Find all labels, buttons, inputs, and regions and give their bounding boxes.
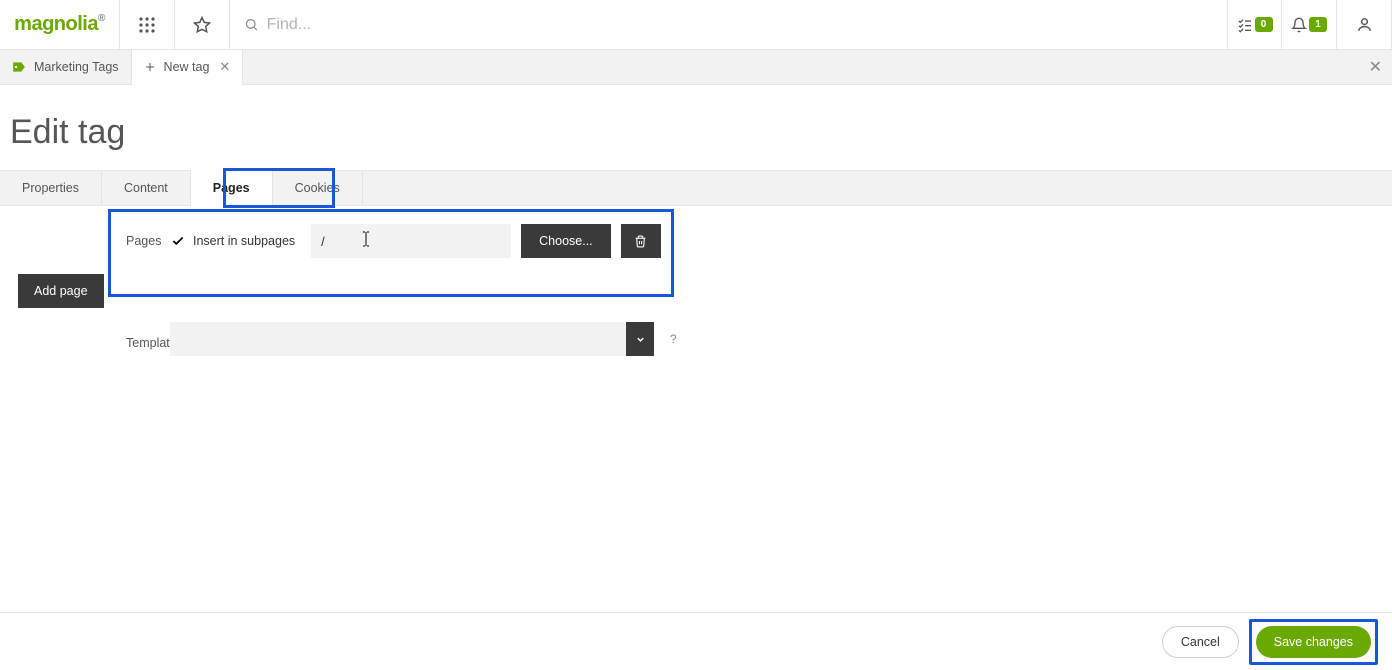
cancel-button[interactable]: Cancel	[1162, 626, 1239, 658]
template-label: Template	[10, 328, 170, 350]
insert-subpages-checkbox[interactable]: Insert in subpages	[170, 234, 295, 249]
form-body: Pages Insert in subpages Choose... Add p…	[0, 206, 1392, 366]
add-page-button[interactable]: Add page	[18, 274, 104, 308]
notifications-button[interactable]: 1	[1282, 0, 1337, 50]
search-icon	[244, 17, 259, 32]
tag-icon	[12, 60, 26, 74]
insert-subpages-label: Insert in subpages	[193, 234, 295, 248]
top-bar: magnolia® 0 1	[0, 0, 1392, 50]
close-all-button[interactable]: ✕	[1369, 57, 1382, 77]
topbar-right: 0 1	[1227, 0, 1392, 50]
trash-icon	[634, 235, 647, 248]
breadcrumb-root[interactable]: Marketing Tags	[0, 50, 132, 84]
pages-row-content: Insert in subpages Choose...	[170, 224, 1382, 258]
tab-cookies[interactable]: Cookies	[273, 171, 363, 205]
annotation-highlight-save: Save changes	[1249, 619, 1378, 665]
save-button[interactable]: Save changes	[1256, 626, 1371, 658]
tasks-badge: 0	[1255, 17, 1273, 32]
page-title: Edit tag	[0, 85, 1392, 170]
bell-icon	[1291, 17, 1307, 33]
tab-content[interactable]: Content	[102, 171, 191, 205]
brand-logo: magnolia®	[14, 13, 105, 36]
tab-pages[interactable]: Pages	[191, 170, 273, 206]
search-input[interactable]	[267, 16, 1213, 34]
template-select[interactable]	[170, 322, 654, 356]
plus-icon	[144, 61, 156, 73]
pages-label: Pages	[10, 224, 170, 248]
search-cell[interactable]	[230, 0, 1227, 50]
page-path-input[interactable]	[311, 224, 511, 258]
notifications-badge: 1	[1309, 17, 1327, 32]
tasks-icon	[1237, 17, 1253, 33]
form-tabs: Properties Content Pages Cookies	[0, 170, 1392, 206]
template-help-button[interactable]: ?	[670, 332, 677, 346]
favorites-button[interactable]	[175, 0, 230, 50]
tab-properties[interactable]: Properties	[0, 171, 102, 205]
user-menu-button[interactable]	[1337, 0, 1392, 50]
chevron-down-icon	[635, 334, 646, 345]
footer-bar: Cancel Save changes	[0, 612, 1392, 670]
star-icon	[193, 16, 211, 34]
close-tab-button[interactable]: ✕	[219, 59, 230, 75]
template-dropdown-toggle[interactable]	[626, 322, 654, 356]
check-icon	[170, 234, 185, 249]
delete-page-button[interactable]	[621, 224, 661, 258]
pages-row: Pages Insert in subpages Choose...	[10, 224, 1382, 258]
apps-grid-icon	[139, 17, 155, 33]
template-row: Template ?	[10, 322, 1382, 356]
breadcrumb-root-label: Marketing Tags	[34, 60, 119, 74]
tasks-button[interactable]: 0	[1227, 0, 1282, 50]
user-icon	[1356, 16, 1373, 33]
breadcrumb-current[interactable]: New tag ✕	[132, 50, 244, 85]
breadcrumb-current-label: New tag	[164, 60, 210, 74]
app-launcher-button[interactable]	[120, 0, 175, 50]
app-tabbar: Marketing Tags New tag ✕ ✕	[0, 50, 1392, 85]
logo-cell[interactable]: magnolia®	[0, 0, 120, 50]
choose-button[interactable]: Choose...	[521, 224, 611, 258]
